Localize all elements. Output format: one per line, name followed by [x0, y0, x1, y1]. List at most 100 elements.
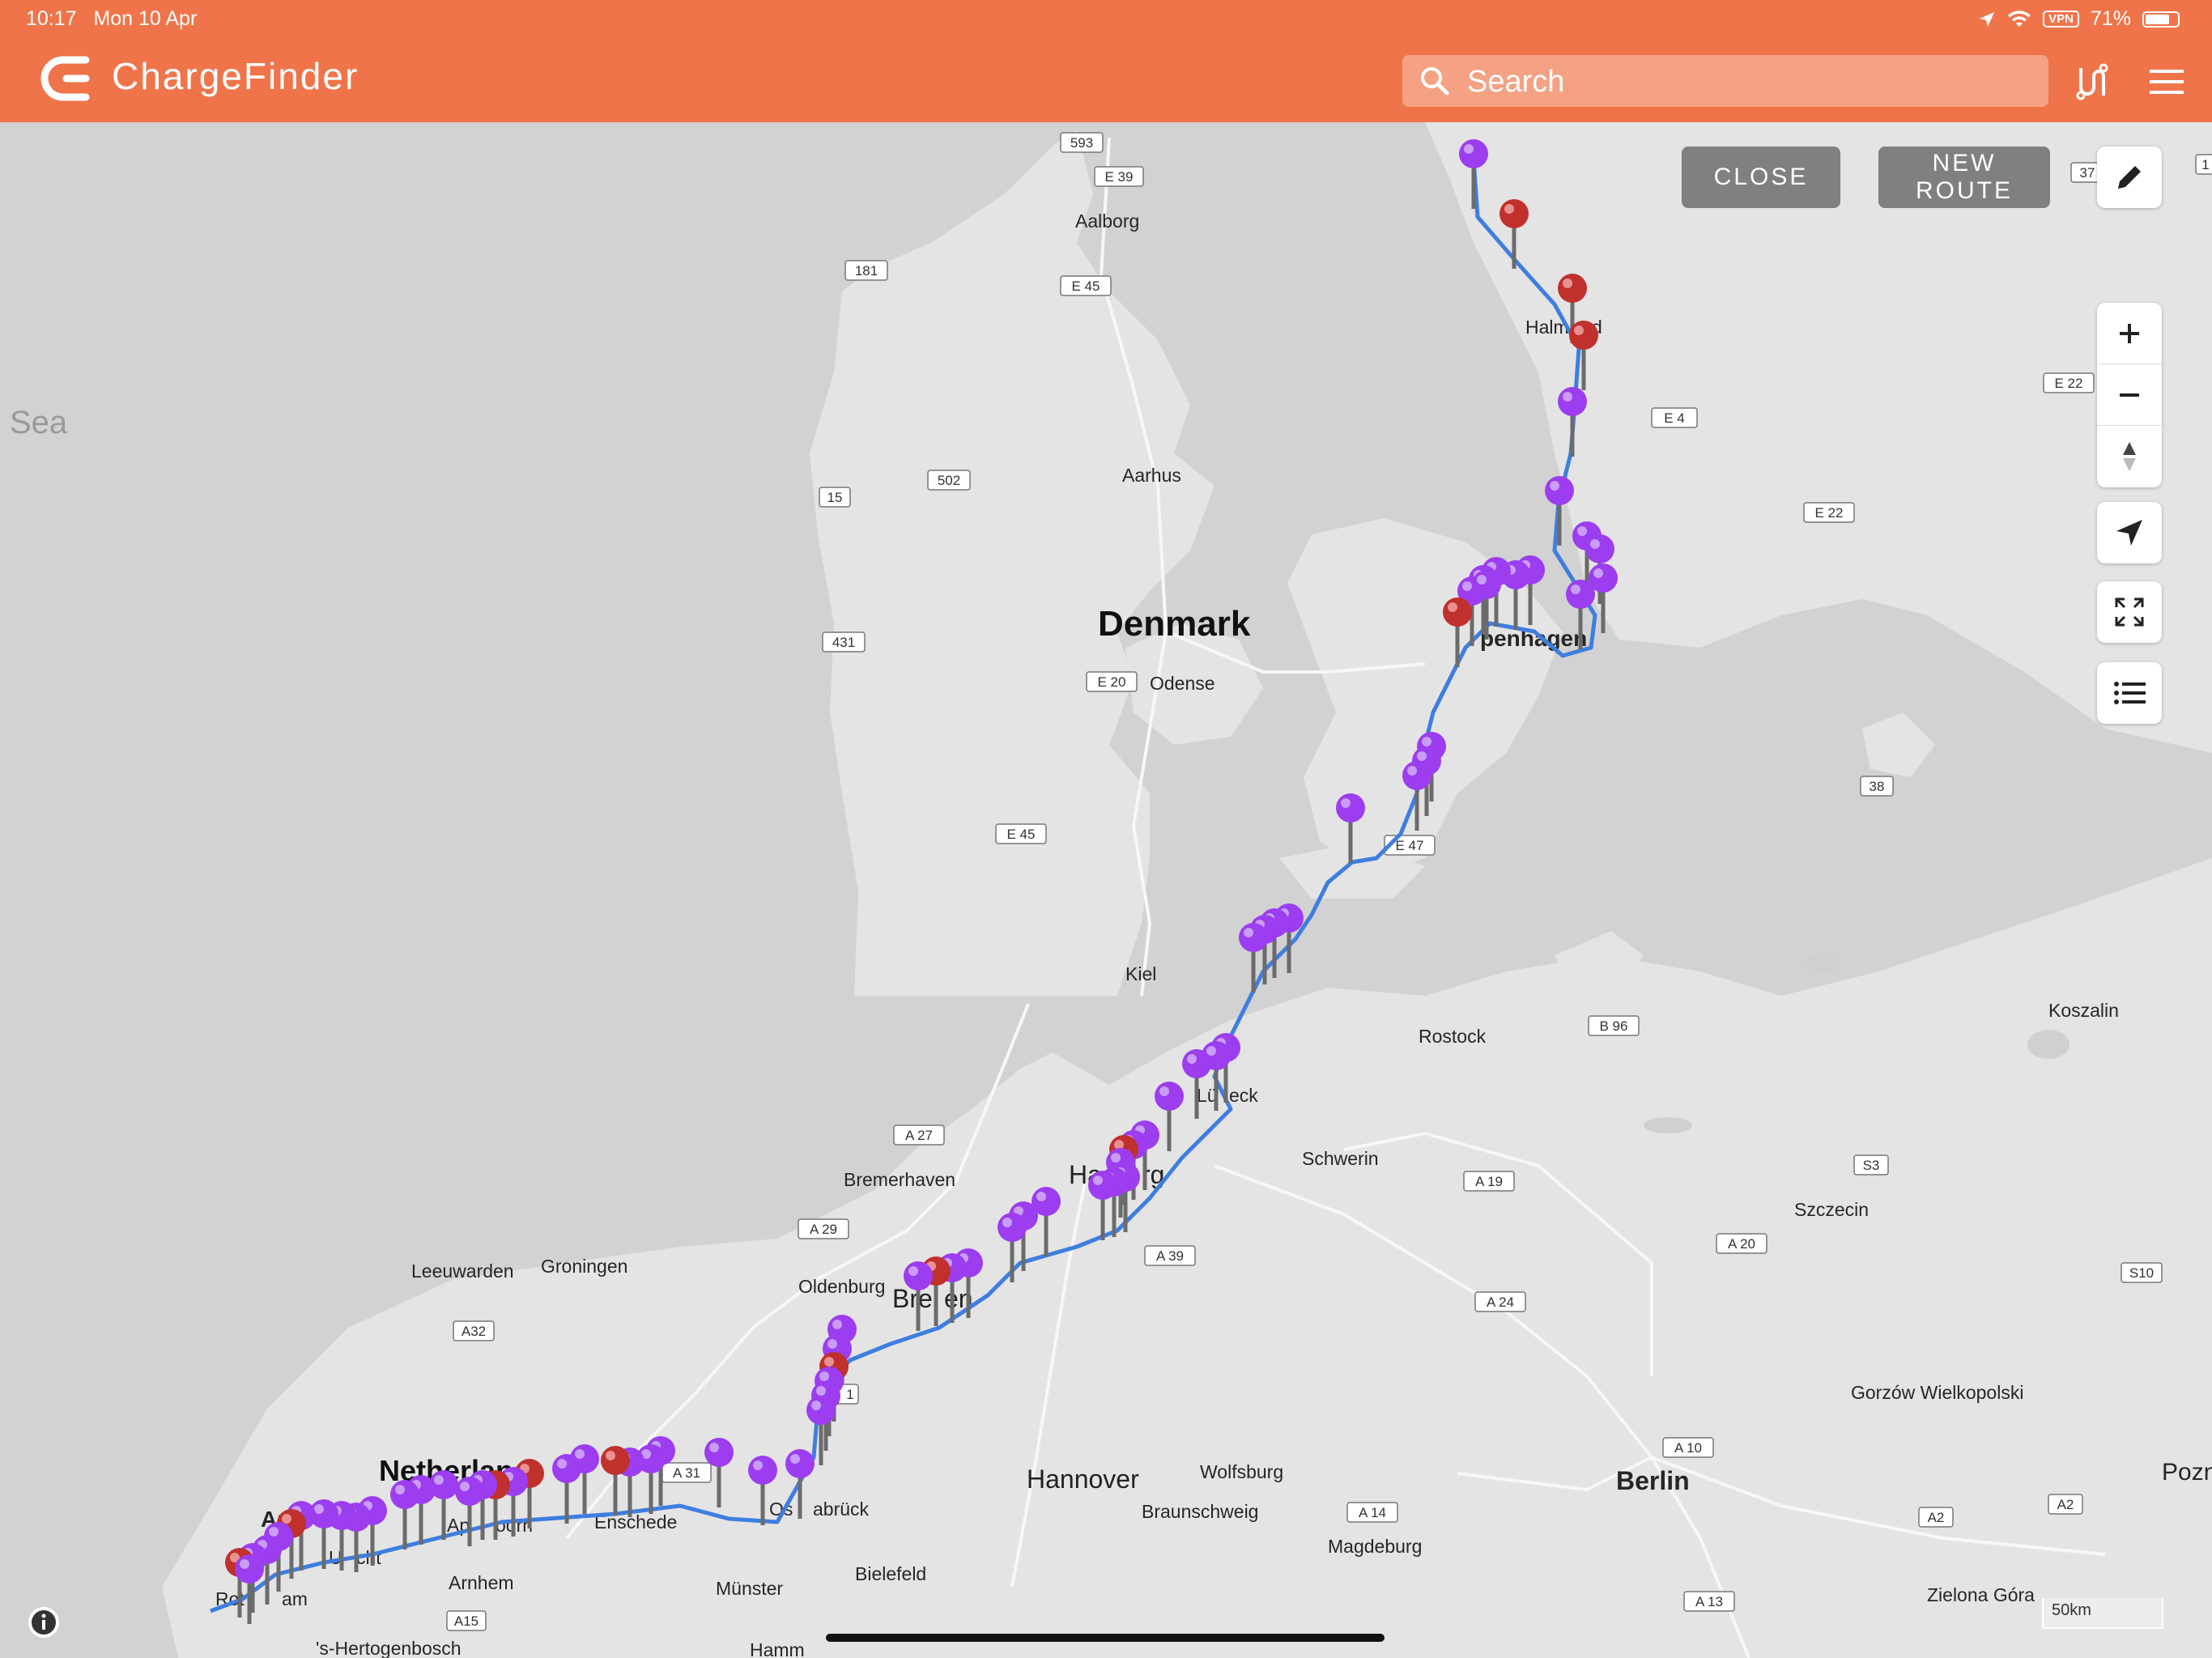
svg-text:593: 593	[1070, 135, 1093, 151]
compass-button[interactable]	[2097, 426, 2162, 487]
road-shield: A32	[453, 1320, 495, 1341]
svg-text:502: 502	[938, 473, 960, 488]
location-arrow-icon	[1979, 11, 1995, 27]
search-bar[interactable]	[1402, 55, 2048, 108]
status-time: 10:17 Mon 10 Apr	[26, 7, 198, 30]
road-shield: 38	[1860, 776, 1894, 797]
svg-text:E 45: E 45	[1072, 278, 1100, 294]
svg-text:37: 37	[2080, 165, 2095, 181]
minus-icon	[2120, 393, 2139, 397]
zoom-in-button[interactable]	[2097, 303, 2162, 364]
app-name: ChargeFinder	[112, 55, 359, 97]
road-shield: A 10	[1662, 1437, 1714, 1458]
map-view[interactable]: 593 E 39 181 E 45 502 15 431 E 20 E 45 E…	[0, 122, 2212, 1658]
city-aarhus: Aarhus	[1122, 465, 1181, 486]
location-arrow-icon	[2116, 520, 2142, 546]
city-arnhem: Arnhem	[449, 1572, 514, 1593]
route-icon[interactable]	[2071, 63, 2108, 100]
fit-route-button[interactable]	[2097, 581, 2162, 643]
edit-route-button[interactable]	[2097, 147, 2162, 208]
road-shield: 1	[2195, 154, 2212, 175]
svg-text:A 10: A 10	[1674, 1440, 1702, 1456]
road-shield: E 45	[1060, 275, 1112, 296]
country-label-denmark: Denmark	[1098, 604, 1251, 644]
city-hamm: Hamm	[750, 1639, 805, 1658]
close-route-button[interactable]: CLOSE	[1682, 147, 1840, 208]
scale-label: 50km	[2052, 1601, 2091, 1619]
svg-text:E 45: E 45	[1007, 827, 1036, 842]
svg-text:A 29: A 29	[810, 1222, 837, 1237]
map-scale: 50km	[2042, 1598, 2163, 1629]
city-magdeburg: Magdeburg	[1328, 1536, 1422, 1557]
road-shield: 431	[822, 631, 866, 653]
svg-text:A15: A15	[454, 1613, 479, 1629]
road-shield: 15	[819, 487, 851, 508]
battery-icon	[2142, 11, 2180, 28]
pencil-icon	[2118, 166, 2141, 189]
road-shield: 502	[927, 470, 971, 491]
home-indicator[interactable]	[826, 1634, 1385, 1642]
city-berlin: Berlin	[1616, 1466, 1690, 1495]
city-wolfsburg: Wolfsburg	[1200, 1461, 1283, 1482]
plus-icon	[2120, 323, 2139, 343]
city-groningen: Groningen	[541, 1256, 627, 1277]
svg-text:431: 431	[832, 635, 855, 650]
battery-percent: 71%	[2090, 7, 2131, 30]
road-shield: A 13	[1683, 1591, 1735, 1612]
city-odense: Odense	[1150, 673, 1215, 694]
city-bremerhaven: Bremerhaven	[844, 1169, 955, 1190]
status-indicators: VPN 71%	[1978, 7, 2180, 31]
svg-text:A32: A32	[462, 1324, 486, 1339]
road-shield: A 39	[1144, 1245, 1196, 1266]
road-shield: A 19	[1463, 1171, 1515, 1192]
road-shield: A 14	[1346, 1502, 1398, 1523]
svg-text:S3: S3	[1863, 1158, 1880, 1173]
svg-text:E 47: E 47	[1396, 838, 1424, 853]
svg-text:1: 1	[2201, 157, 2209, 172]
city-leeuwarden: Leeuwarden	[411, 1261, 514, 1282]
svg-text:A2: A2	[2057, 1497, 2074, 1512]
svg-text:15: 15	[827, 490, 843, 505]
city-bielefeld: Bielefeld	[855, 1563, 926, 1584]
search-input[interactable]	[1465, 55, 2035, 108]
svg-text:A2: A2	[1928, 1510, 1945, 1525]
city-kiel: Kiel	[1125, 963, 1156, 984]
sea-label: Sea	[10, 405, 68, 440]
svg-text:E 20: E 20	[1098, 674, 1126, 690]
svg-text:1: 1	[846, 1387, 853, 1402]
road-shield: E 20	[1086, 671, 1138, 692]
road-shield: A 24	[1474, 1291, 1526, 1312]
city-osnabruck: abrück	[813, 1499, 870, 1520]
route-list-button[interactable]	[2097, 662, 2162, 724]
road-shield: A 27	[893, 1124, 945, 1146]
city-szczecin: Szczecin	[1794, 1199, 1869, 1220]
city-rostock: Rostock	[1419, 1026, 1487, 1047]
svg-text:A 24: A 24	[1487, 1295, 1514, 1310]
svg-text:A 31: A 31	[673, 1465, 700, 1481]
svg-text:A 39: A 39	[1156, 1248, 1184, 1264]
menu-icon[interactable]	[2150, 68, 2184, 96]
road-shield: 593	[1060, 132, 1104, 153]
city-hannover: Hannover	[1027, 1465, 1139, 1494]
road-shield: E 45	[995, 823, 1047, 844]
new-route-button[interactable]: NEW ROUTE	[1878, 147, 2050, 208]
city-den-bosch: 's-Hertogenbosch	[316, 1638, 462, 1658]
list-icon	[2114, 682, 2146, 704]
app-header: 10:17 Mon 10 Apr VPN 71% ChargeFinder	[0, 0, 2212, 122]
zoom-out-button[interactable]	[2097, 364, 2162, 426]
my-location-button[interactable]	[2097, 502, 2162, 563]
svg-text:E 39: E 39	[1105, 169, 1134, 185]
city-zielona-gora: Zielona Góra	[1927, 1584, 2035, 1605]
road-shield: B 96	[1588, 1015, 1640, 1036]
city-oldenburg: Oldenburg	[798, 1276, 885, 1297]
road-shield: A 31	[661, 1462, 712, 1483]
info-icon[interactable]	[28, 1606, 60, 1639]
city-lubeck-end: eck	[1229, 1085, 1258, 1106]
zoom-controls	[2097, 303, 2162, 487]
road-shield: E 22	[1803, 502, 1855, 523]
city-rotterdam-end: am	[282, 1588, 308, 1609]
city-munster: Münster	[716, 1578, 783, 1599]
svg-text:S10: S10	[2129, 1265, 2154, 1281]
svg-text:A 13: A 13	[1695, 1594, 1723, 1609]
svg-text:38: 38	[1870, 779, 1885, 794]
